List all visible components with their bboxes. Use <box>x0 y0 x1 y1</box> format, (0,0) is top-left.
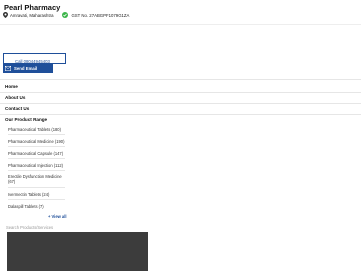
company-location: Amravati, Maharashtra <box>3 12 53 18</box>
nav-product-range[interactable]: Our Product Range <box>5 117 47 122</box>
section-divider <box>0 79 361 80</box>
list-divider <box>8 170 65 171</box>
nav-about-us[interactable]: About Us <box>5 95 25 100</box>
gst-badge-icon <box>62 12 69 18</box>
company-name: Pearl Pharmacy <box>4 3 61 12</box>
product-range-item[interactable]: Dalaspill Tablets (7) <box>8 204 68 209</box>
company-gst-text: GST No. 27ABGPF1079G1ZA <box>71 12 130 18</box>
nav-divider <box>0 103 361 104</box>
nav-home[interactable]: Home <box>5 84 18 89</box>
call-button[interactable]: Call 08044945403 <box>3 53 66 64</box>
list-divider <box>8 199 65 200</box>
product-range-item[interactable]: Ivermectin Tablets (24) <box>8 192 68 197</box>
nav-contact-us[interactable]: Contact Us <box>5 106 29 111</box>
company-location-text: Amravati, Maharashtra <box>10 12 54 18</box>
list-divider <box>8 146 65 147</box>
nav-divider <box>0 114 361 115</box>
dark-panel <box>7 232 148 271</box>
nav-divider <box>0 92 361 93</box>
mail-icon <box>5 66 11 71</box>
header-divider <box>0 24 361 25</box>
location-pin-icon <box>3 12 8 18</box>
list-divider <box>8 134 65 135</box>
product-range-item[interactable]: Pharmaceutical Tablets (180) <box>8 127 68 132</box>
send-email-button[interactable]: Send Email <box>3 64 53 73</box>
view-all-link[interactable]: + View all <box>48 214 66 219</box>
product-range-item[interactable]: Pharmaceutical Injection (112) <box>8 163 68 168</box>
company-gst: GST No. 27ABGPF1079G1ZA <box>62 12 129 18</box>
product-range-item[interactable]: Pharmaceutical Capsule (147) <box>8 151 68 156</box>
list-divider <box>8 187 65 188</box>
product-range-item[interactable]: Pharmaceutical Medicine (190) <box>8 139 68 144</box>
product-range-item[interactable]: Erectile Dysfunction Medicine (67) <box>8 174 68 184</box>
search-products-input[interactable] <box>3 222 65 232</box>
company-info-row: Amravati, Maharashtra GST No. 27ABGPF107… <box>3 12 129 18</box>
send-email-label: Send Email <box>14 66 38 71</box>
list-divider <box>8 158 65 159</box>
